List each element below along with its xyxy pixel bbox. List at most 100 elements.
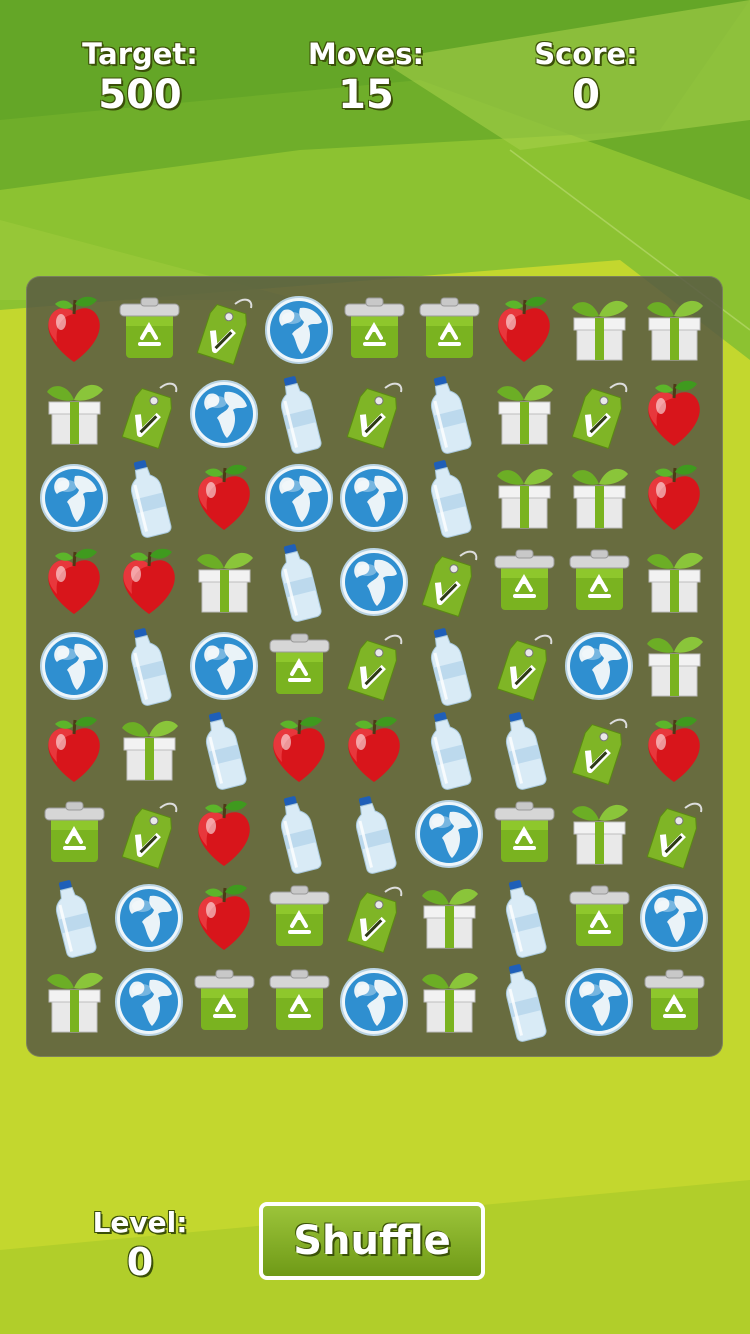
apple-icon [198, 800, 250, 866]
apple-tile[interactable] [37, 708, 112, 792]
bottle-tile[interactable] [487, 876, 562, 960]
gift-tile[interactable] [637, 288, 712, 372]
tag-tile[interactable] [637, 792, 712, 876]
tag-tile[interactable] [112, 792, 187, 876]
tag-tile[interactable] [562, 708, 637, 792]
level-value: 0 [126, 1240, 154, 1284]
gift-tile[interactable] [487, 456, 562, 540]
globe-tile[interactable] [37, 624, 112, 708]
apple-tile[interactable] [637, 456, 712, 540]
globe-tile[interactable] [262, 288, 337, 372]
bin-tile[interactable] [37, 792, 112, 876]
bin-tile[interactable] [487, 792, 562, 876]
globe-tile[interactable] [112, 960, 187, 1044]
tag-icon [571, 718, 628, 786]
bottle-tile[interactable] [487, 960, 562, 1044]
bottle-tile[interactable] [187, 708, 262, 792]
gift-tile[interactable] [562, 792, 637, 876]
globe-tile[interactable] [112, 876, 187, 960]
gift-tile[interactable] [37, 372, 112, 456]
globe-tile[interactable] [637, 876, 712, 960]
bottle-tile[interactable] [262, 372, 337, 456]
apple-tile[interactable] [337, 708, 412, 792]
globe-icon [115, 884, 183, 952]
globe-tile[interactable] [412, 792, 487, 876]
apple-tile[interactable] [487, 288, 562, 372]
bottle-tile[interactable] [412, 708, 487, 792]
apple-icon [123, 548, 175, 614]
bottle-tile[interactable] [262, 792, 337, 876]
bin-tile[interactable] [487, 540, 562, 624]
gift-tile[interactable] [637, 624, 712, 708]
bin-tile[interactable] [562, 540, 637, 624]
bottle-tile[interactable] [412, 456, 487, 540]
apple-tile[interactable] [187, 792, 262, 876]
globe-tile[interactable] [562, 624, 637, 708]
bottle-icon [55, 880, 97, 958]
bin-tile[interactable] [337, 288, 412, 372]
bottle-icon [355, 796, 397, 874]
gift-tile[interactable] [187, 540, 262, 624]
apple-tile[interactable] [262, 708, 337, 792]
bottle-tile[interactable] [337, 792, 412, 876]
globe-tile[interactable] [337, 456, 412, 540]
bottle-tile[interactable] [412, 624, 487, 708]
globe-tile[interactable] [187, 624, 262, 708]
gift-tile[interactable] [562, 288, 637, 372]
bin-tile[interactable] [187, 960, 262, 1044]
bottle-tile[interactable] [112, 456, 187, 540]
bottle-tile[interactable] [412, 372, 487, 456]
apple-icon [48, 296, 100, 362]
tag-icon [121, 802, 178, 870]
tag-tile[interactable] [112, 372, 187, 456]
shuffle-button[interactable]: Shuffle [259, 1202, 485, 1280]
apple-icon [498, 296, 550, 362]
bin-tile[interactable] [112, 288, 187, 372]
apple-tile[interactable] [37, 288, 112, 372]
gift-tile[interactable] [487, 372, 562, 456]
gift-icon [47, 384, 103, 445]
bin-tile[interactable] [262, 624, 337, 708]
bin-icon [269, 969, 330, 1030]
gift-tile[interactable] [412, 876, 487, 960]
tag-tile[interactable] [337, 372, 412, 456]
gift-tile[interactable] [637, 540, 712, 624]
globe-tile[interactable] [337, 960, 412, 1044]
bottle-tile[interactable] [262, 540, 337, 624]
globe-tile[interactable] [37, 456, 112, 540]
bottle-tile[interactable] [37, 876, 112, 960]
bin-tile[interactable] [412, 288, 487, 372]
gift-icon [497, 468, 553, 529]
gift-tile[interactable] [112, 708, 187, 792]
bin-tile[interactable] [637, 960, 712, 1044]
globe-tile[interactable] [187, 372, 262, 456]
score-display: Score: 0 [476, 36, 696, 118]
apple-tile[interactable] [112, 540, 187, 624]
apple-icon [648, 380, 700, 446]
tag-tile[interactable] [412, 540, 487, 624]
globe-icon [340, 464, 408, 532]
tag-tile[interactable] [562, 372, 637, 456]
apple-tile[interactable] [187, 456, 262, 540]
bin-tile[interactable] [562, 876, 637, 960]
tag-tile[interactable] [187, 288, 262, 372]
bin-icon [419, 297, 480, 358]
bottle-tile[interactable] [487, 708, 562, 792]
apple-tile[interactable] [187, 876, 262, 960]
apple-tile[interactable] [37, 540, 112, 624]
gift-tile[interactable] [37, 960, 112, 1044]
tag-icon [496, 634, 553, 702]
bin-tile[interactable] [262, 876, 337, 960]
gift-tile[interactable] [562, 456, 637, 540]
globe-tile[interactable] [262, 456, 337, 540]
tag-tile[interactable] [487, 624, 562, 708]
globe-tile[interactable] [337, 540, 412, 624]
bin-tile[interactable] [262, 960, 337, 1044]
tag-tile[interactable] [337, 624, 412, 708]
apple-tile[interactable] [637, 372, 712, 456]
bottle-tile[interactable] [112, 624, 187, 708]
apple-tile[interactable] [637, 708, 712, 792]
gift-tile[interactable] [412, 960, 487, 1044]
tag-tile[interactable] [337, 876, 412, 960]
globe-tile[interactable] [562, 960, 637, 1044]
